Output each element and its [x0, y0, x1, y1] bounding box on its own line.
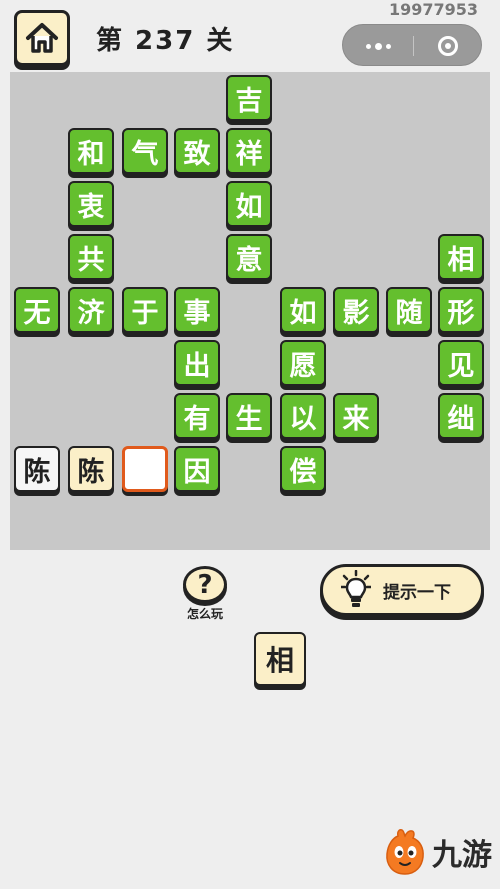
tile-ru-2: 如 [280, 287, 326, 333]
user-id: 19977953 [388, 0, 478, 19]
home-icon [26, 23, 58, 53]
empty-answer-slot[interactable] [122, 446, 168, 492]
tile-zhong: 衷 [68, 181, 114, 227]
tile-ji: 吉 [226, 75, 272, 121]
more-dots-icon[interactable] [343, 25, 413, 67]
tile-chu: 出 [174, 340, 220, 386]
tile-xiang-mutual: 相 [438, 234, 484, 280]
tile-yi: 意 [226, 234, 272, 280]
tile-chang: 偿 [280, 446, 326, 492]
tile-yu: 于 [122, 287, 168, 333]
tile-xiang-auspicious: 祥 [226, 128, 272, 174]
level-title: 第 237 关 [96, 26, 235, 56]
tile-gong: 共 [68, 234, 114, 280]
tile-shi: 事 [174, 287, 220, 333]
answer-choice-tile[interactable]: 相 [254, 632, 306, 686]
tile-lai: 来 [333, 393, 379, 439]
hint-button[interactable]: 提示一下 [320, 564, 484, 616]
tile-sui: 随 [386, 287, 432, 333]
tile-yuan: 愿 [280, 340, 326, 386]
tile-chen[interactable]: 陈 [14, 446, 60, 492]
tile-sheng: 生 [226, 393, 272, 439]
mascot-icon [386, 829, 424, 875]
hint-label: 提示一下 [383, 582, 451, 603]
tile-jian: 见 [438, 340, 484, 386]
question-mark-icon: ? [183, 566, 227, 603]
lightbulb-icon [341, 570, 371, 607]
tile-wu: 无 [14, 287, 60, 333]
tile-chu-2: 绌 [438, 393, 484, 439]
jiuyou-watermark: 九游 [384, 826, 492, 878]
puzzle-board: 吉 和 气 致 祥 衷 如 共 意 相 无 济 于 事 如 影 随 形 出 愿 … [10, 72, 490, 550]
tile-yi-2: 以 [280, 393, 326, 439]
tile-xing: 形 [438, 287, 484, 333]
miniprogram-capsule [342, 24, 482, 66]
tile-chen-2[interactable]: 陈 [68, 446, 114, 492]
watermark-text: 九游 [432, 838, 492, 873]
tile-ying: 影 [333, 287, 379, 333]
tile-he: 和 [68, 128, 114, 174]
tile-you: 有 [174, 393, 220, 439]
tile-yin: 因 [174, 446, 220, 492]
how-to-play-label: 怎么玩 [186, 607, 223, 621]
target-ring-icon [438, 36, 458, 56]
home-button[interactable] [14, 10, 70, 66]
tile-ji-help: 济 [68, 287, 114, 333]
tile-zhi: 致 [174, 128, 220, 174]
how-to-play-button[interactable]: ? 怎么玩 [177, 566, 233, 622]
tile-ru: 如 [226, 181, 272, 227]
close-miniprogram-button[interactable] [413, 25, 483, 67]
tile-qi: 气 [122, 128, 168, 174]
